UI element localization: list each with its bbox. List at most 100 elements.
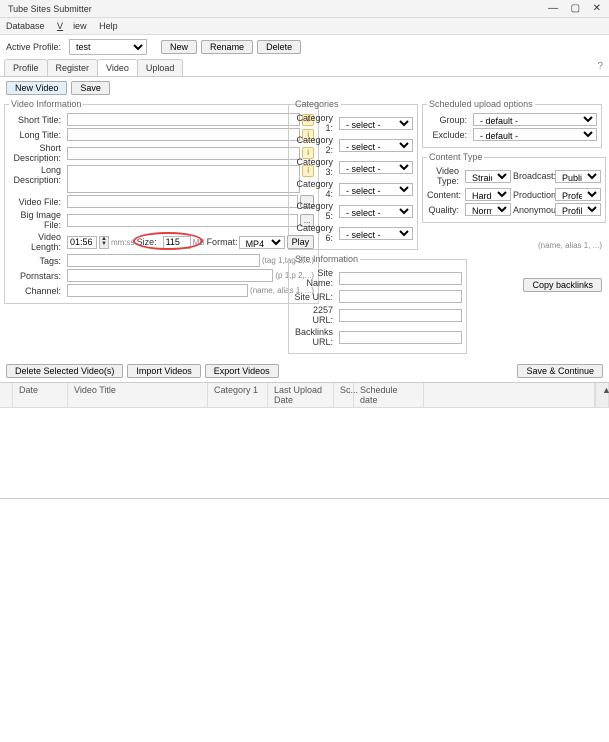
category-3-select[interactable]: - select - [339,161,413,174]
category-5-label: Category 5: [293,201,337,221]
video-length-input[interactable] [67,236,97,249]
production-select[interactable]: Professional [555,188,601,201]
col-schedule-date[interactable]: Schedule date [354,383,424,407]
new-profile-button[interactable]: New [161,40,197,54]
group-select[interactable]: - default - [473,113,597,126]
row-selector-header[interactable] [0,383,13,407]
production-label: Production: [513,190,553,200]
window-controls: — ▢ ✕ [538,3,601,14]
big-image-file-label: Big Image File: [9,210,65,230]
minimize-icon[interactable]: — [548,3,558,14]
active-profile-select[interactable]: test [69,39,147,55]
app-title: Tube Sites Submitter [8,4,92,14]
long-desc-label: Long Description: [9,165,65,185]
category-2-select[interactable]: - select - [339,139,413,152]
scheduled-upload-group: Scheduled upload options Group:- default… [422,99,602,148]
channel-label: Channel: [9,286,65,296]
col-category-1[interactable]: Category 1 [208,383,268,407]
quality-select[interactable]: Normal [465,203,511,216]
main-panel: Video Information Short Title: i Long Ti… [0,99,609,362]
site-name-hint: (name, alias 1, ...) [538,241,602,250]
scheduled-upload-legend: Scheduled upload options [427,99,535,109]
long-desc-input[interactable] [67,165,300,193]
mb-hint: MB [193,238,205,247]
big-image-file-input[interactable] [67,214,298,227]
long-title-input[interactable] [67,128,300,141]
site-url-label: Site URL: [293,292,337,302]
short-desc-input[interactable] [67,147,300,160]
menu-view[interactable]: View [57,21,87,31]
maximize-icon[interactable]: ▢ [571,3,580,14]
anonymous-select[interactable]: Profile [555,203,601,216]
broadcast-select[interactable]: Public [555,170,601,183]
col-video-info: Video Information Short Title: i Long Ti… [4,99,284,358]
rename-profile-button[interactable]: Rename [201,40,253,54]
video-information-legend: Video Information [9,99,83,109]
video-information-group: Video Information Short Title: i Long Ti… [4,99,319,304]
menu-database[interactable]: Database [6,21,45,31]
format-label: Format: [207,237,237,247]
col-date[interactable]: Date [13,383,68,407]
close-icon[interactable]: ✕ [593,3,601,14]
play-button[interactable]: Play [287,235,315,249]
active-profile-label: Active Profile: [6,42,65,52]
tab-profile[interactable]: Profile [4,59,48,76]
content-select[interactable]: Hardcore [465,188,511,201]
size-input[interactable] [163,236,191,249]
long-title-label: Long Title: [9,130,65,140]
tab-video[interactable]: Video [97,59,138,76]
video-file-input[interactable] [67,195,298,208]
tab-upload[interactable]: Upload [137,59,184,76]
tags-input[interactable] [67,254,260,267]
tab-register[interactable]: Register [47,59,99,76]
category-5-select[interactable]: - select - [339,205,413,218]
channel-input[interactable] [67,284,248,297]
short-title-label: Short Title: [9,115,65,125]
tags-label: Tags: [9,256,65,266]
col-last-upload[interactable]: Last Upload Date [268,383,334,407]
video-toolbar: New Video Save [0,77,609,99]
table-header: Date Video Title Category 1 Last Upload … [0,383,609,408]
col-spacer [424,383,595,407]
category-4-label: Category 4: [293,179,337,199]
help-icon[interactable]: ? [597,61,603,72]
category-1-label: Category 1: [293,113,337,133]
delete-selected-button[interactable]: Delete Selected Video(s) [6,364,123,378]
category-4-select[interactable]: - select - [339,183,413,196]
categories-group: Categories Category 1:- select - Categor… [288,99,418,250]
category-1-select[interactable]: - select - [339,117,413,130]
scrollbar-up-icon[interactable]: ▲ [595,383,609,407]
content-type-group: Content Type Video Type: Straight Broadc… [422,152,606,223]
videos-table: Date Video Title Category 1 Last Upload … [0,382,609,499]
copy-backlinks-button[interactable]: Copy backlinks [523,278,602,292]
broadcast-label: Broadcast: [513,171,553,181]
url-2257-label: 2257 URL: [293,305,337,325]
delete-profile-button[interactable]: Delete [257,40,301,54]
category-2-label: Category 2: [293,135,337,155]
table-body[interactable] [0,408,609,498]
short-title-input[interactable] [67,113,300,126]
bottom-toolbar: Delete Selected Video(s) Import Videos E… [0,362,609,382]
import-videos-button[interactable]: Import Videos [127,364,200,378]
exclude-select[interactable]: - default - [473,128,597,141]
col-video-title[interactable]: Video Title [68,383,208,407]
mmss-hint: mm:ss [111,238,135,247]
length-spinner[interactable]: ▲▼ [99,236,109,249]
new-video-button[interactable]: New Video [6,81,67,95]
menu-help[interactable]: Help [99,21,118,31]
save-continue-button[interactable]: Save & Continue [517,364,603,378]
save-button[interactable]: Save [71,81,110,95]
category-6-select[interactable]: - select - [339,227,413,240]
size-label: Size: [137,237,161,247]
exclude-label: Exclude: [427,130,471,140]
col-sc[interactable]: Sc... [334,383,354,407]
format-select[interactable]: MP4 [239,236,285,249]
export-videos-button[interactable]: Export Videos [205,364,279,378]
pornstars-label: Pornstars: [9,271,65,281]
profile-row: Active Profile: test New Rename Delete [0,35,609,59]
anonymous-label: Anonymous: [513,205,553,215]
group-label: Group: [427,115,471,125]
video-length-label: Video Length: [9,232,65,252]
video-type-select[interactable]: Straight [465,170,511,183]
pornstars-input[interactable] [67,269,273,282]
